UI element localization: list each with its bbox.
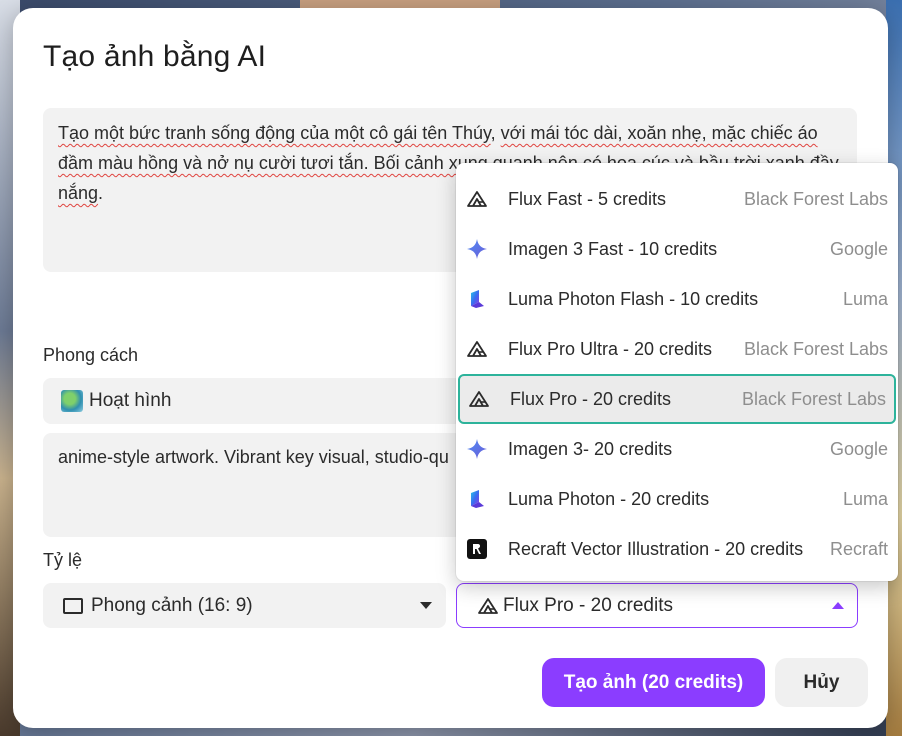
chevron-up-icon (832, 602, 844, 609)
model-option-name: Flux Pro - 20 credits (510, 388, 672, 409)
google-sparkle-icon (466, 438, 488, 460)
ratio-label: Tỷ lệ (43, 550, 83, 570)
model-option-provider: Luma (842, 288, 888, 309)
recraft-icon (466, 538, 488, 560)
chevron-down-icon (420, 602, 432, 609)
dialog-title: Tạo ảnh bằng AI (43, 40, 267, 73)
model-option[interactable]: Luma Photon - 20 credits Luma (456, 474, 898, 524)
style-value: Hoạt hình (89, 390, 172, 411)
flux-icon (468, 388, 490, 410)
luma-icon (466, 488, 488, 510)
model-dropdown-list: Flux Fast - 5 credits Black Forest Labs Im… (456, 163, 898, 581)
model-option[interactable]: Flux Pro - 20 credits Black Forest Labs (458, 374, 896, 424)
style-select[interactable]: Hoạt hình (43, 378, 463, 424)
model-option-name: Recraft Vector Illustration - 20 credits (508, 538, 804, 559)
ratio-value: Phong cảnh (16: 9) (91, 594, 253, 616)
model-option-provider: Black Forest Labs (741, 388, 886, 409)
create-image-button[interactable]: Tạo ảnh (20 credits) (542, 658, 765, 707)
flux-icon (477, 597, 499, 615)
flux-icon (466, 338, 488, 360)
model-value: Flux Pro - 20 credits (503, 594, 673, 616)
model-option-name: Flux Pro Ultra - 20 credits (508, 338, 713, 359)
model-option-name: Luma Photon - 20 credits (508, 488, 710, 509)
model-option[interactable]: Flux Pro Ultra - 20 credits Black Forest … (456, 324, 898, 374)
model-option-provider: Google (829, 238, 888, 259)
model-option[interactable]: Flux Fast - 5 credits Black Forest Labs (456, 174, 898, 224)
model-option[interactable]: Imagen 3 Fast - 10 credits Google (456, 224, 898, 274)
model-option-provider: Black Forest Labs (743, 338, 888, 359)
model-option-name: Flux Fast - 5 credits (508, 188, 667, 209)
luma-icon (466, 288, 488, 310)
model-select[interactable]: Flux Pro - 20 credits (456, 583, 858, 628)
model-option[interactable]: Imagen 3- 20 credits Google (456, 424, 898, 474)
cancel-button[interactable]: Hủy (775, 658, 868, 707)
model-option-provider: Recraft (829, 538, 888, 559)
flux-icon (466, 188, 488, 210)
model-option-name: Luma Photon Flash - 10 credits (508, 288, 759, 309)
google-sparkle-icon (466, 238, 488, 260)
style-thumbnail (61, 390, 83, 412)
prompt-text: , (490, 123, 501, 143)
prompt-text: Tạo một bức tranh sống động của một cô g… (58, 123, 491, 143)
model-option-provider: Luma (842, 488, 888, 509)
model-option-provider: Black Forest Labs (743, 188, 888, 209)
model-option[interactable]: Luma Photon Flash - 10 credits Luma (456, 274, 898, 324)
model-option[interactable]: Recraft Vector Illustration - 20 credits… (456, 524, 898, 574)
prompt-text: . (98, 183, 104, 203)
ratio-select[interactable]: Phong cảnh (16: 9) (43, 583, 446, 628)
model-option-name: Imagen 3- 20 credits (508, 438, 673, 459)
landscape-icon (63, 597, 83, 614)
model-option-provider: Google (829, 438, 888, 459)
model-option-name: Imagen 3 Fast - 10 credits (508, 238, 718, 259)
style-label: Phong cách (43, 345, 139, 365)
style-description-field[interactable]: anime-style artwork. Vibrant key visual,… (43, 433, 463, 537)
